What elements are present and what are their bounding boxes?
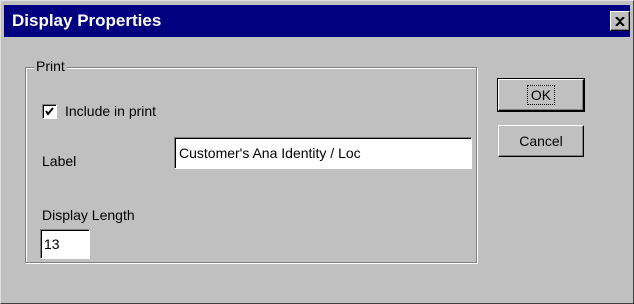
checkmark-icon: [45, 106, 54, 116]
include-in-print-checkbox-row[interactable]: Include in print: [42, 102, 156, 120]
close-button[interactable]: [610, 11, 630, 31]
print-groupbox: Print Include in print Label Display Len…: [25, 57, 477, 263]
ok-button[interactable]: OK: [497, 78, 585, 112]
cancel-button[interactable]: Cancel: [498, 125, 584, 157]
display-properties-dialog: Display Properties Print Include in prin…: [0, 0, 634, 304]
dialog-title: Display Properties: [12, 11, 162, 30]
include-in-print-label: Include in print: [65, 103, 157, 119]
label-input[interactable]: [174, 137, 472, 169]
title-bar[interactable]: Display Properties: [4, 5, 630, 37]
display-length-label: Display Length: [42, 207, 135, 223]
close-icon: [615, 16, 625, 26]
label-field-label: Label: [42, 153, 77, 169]
print-group-label: Print: [34, 57, 67, 75]
display-length-input[interactable]: [40, 229, 90, 259]
include-in-print-checkbox[interactable]: [42, 103, 57, 119]
ok-button-label: OK: [526, 85, 556, 105]
